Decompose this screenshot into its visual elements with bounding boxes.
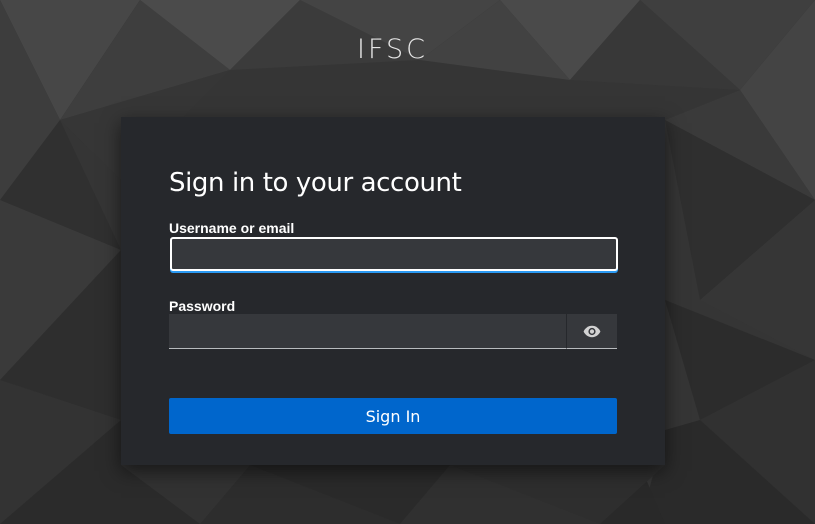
password-label: Password [169, 298, 236, 314]
username-input[interactable] [170, 237, 618, 271]
password-field-group [169, 314, 617, 349]
login-card: Sign in to your account Username or emai… [121, 117, 665, 465]
eye-icon [583, 325, 601, 338]
password-input[interactable] [169, 314, 566, 349]
sign-in-button[interactable]: Sign In [169, 398, 617, 434]
show-password-button[interactable] [566, 314, 617, 349]
realm-title: IFSC [356, 34, 428, 65]
username-label: Username or email [169, 220, 295, 236]
login-heading: Sign in to your account [169, 168, 462, 198]
